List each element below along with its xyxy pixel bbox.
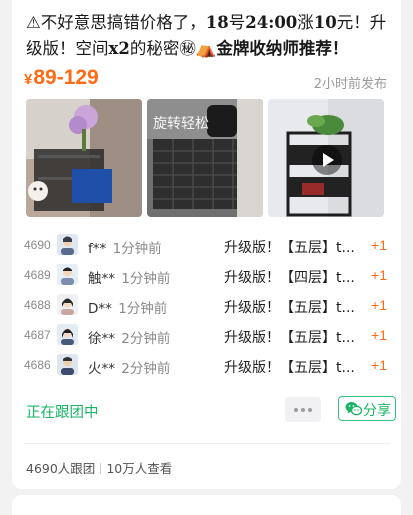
secret-emoji-icon: ㊙ — [179, 39, 196, 58]
avatar — [57, 354, 78, 375]
share-button[interactable]: 分享 — [338, 396, 396, 421]
product-image-1[interactable] — [26, 99, 142, 217]
follower-quantity: +1 — [371, 297, 387, 313]
follower-time: 1分钟前 — [118, 301, 168, 317]
more-dots-icon — [301, 408, 305, 412]
follower-order-desc: 升级版！【五层】t... — [224, 330, 355, 346]
price-range: ¥89-129 — [24, 66, 99, 90]
follower-row[interactable]: 4688 D** 1分钟前 升级版！【五层】t... +1 — [12, 291, 401, 321]
follower-order-desc: 升级版！【五层】t... — [224, 300, 355, 316]
follower-quantity: +1 — [371, 327, 387, 343]
follower-order-desc: 升级版！【五层】t... — [224, 240, 355, 256]
follower-number: 4688 — [24, 298, 51, 312]
follower-time: 1分钟前 — [121, 271, 171, 287]
publish-time: 2小时前发布 — [313, 77, 387, 92]
follower-row[interactable]: 4690 f** 1分钟前 升级版！【五层】t... +1 — [12, 231, 401, 261]
share-label: 分享 — [363, 403, 391, 419]
wechat-icon — [345, 401, 363, 420]
price-value: 89-129 — [33, 66, 99, 89]
more-button[interactable] — [285, 397, 321, 422]
joined-count: 4690人跟团 — [26, 461, 96, 476]
view-count: 10万人查看 — [106, 461, 173, 476]
follower-name: 徐** 2分钟前 — [88, 327, 170, 347]
product-video-3[interactable] — [268, 99, 384, 217]
follower-list: 4690 f** 1分钟前 升级版！【五层】t... +1 4689 触** 1… — [12, 231, 401, 381]
group-buy-card[interactable]: ⚠不好意思搞错价格了，18号24:00涨10元！升级版！空间x2的秘密㊙⛺金牌收… — [12, 0, 401, 489]
next-card — [12, 495, 401, 515]
title-text: 18 — [205, 13, 229, 32]
title-text: 10 — [313, 13, 337, 32]
divider — [100, 463, 102, 474]
follower-number: 4687 — [24, 328, 51, 342]
follower-row[interactable]: 4687 徐** 2分钟前 升级版！【五层】t... +1 — [12, 321, 401, 351]
follower-name: D** 1分钟前 — [88, 297, 167, 317]
more-dots-icon — [294, 408, 298, 412]
follower-number: 4686 — [24, 358, 51, 372]
follower-number: 4690 — [24, 238, 51, 252]
follower-nickname: D** — [88, 301, 112, 317]
divider — [24, 443, 390, 444]
follower-row[interactable]: 4689 触** 1分钟前 升级版！【四层】t... +1 — [12, 261, 401, 291]
follower-time: 2分钟前 — [121, 331, 171, 347]
following-status[interactable]: 正在跟团中 — [26, 401, 99, 422]
follower-nickname: 火** — [88, 361, 115, 377]
title-text: 涨 — [297, 13, 314, 32]
title-text: 24:00 — [245, 13, 298, 32]
follower-time: 2分钟前 — [121, 361, 171, 377]
avatar — [57, 234, 78, 255]
follower-name: 火** 2分钟前 — [88, 357, 170, 377]
follower-nickname: f** — [88, 241, 107, 257]
avatar — [57, 324, 78, 345]
title-text: ⚠不好意思搞错价格了， — [26, 13, 206, 32]
hat-emoji-icon: ⛺ — [195, 39, 217, 58]
follower-quantity: +1 — [371, 357, 387, 373]
follower-name: 触** 1分钟前 — [88, 267, 170, 287]
product-image-2[interactable]: 旋转轻松 — [147, 99, 263, 217]
follower-nickname: 触** — [88, 271, 115, 287]
play-icon[interactable] — [312, 145, 342, 175]
avatar — [57, 294, 78, 315]
currency-symbol: ¥ — [24, 71, 33, 88]
more-dots-icon — [308, 408, 312, 412]
title-text: 的秘密 — [129, 39, 180, 58]
follower-name: f** 1分钟前 — [88, 237, 162, 257]
follower-quantity: +1 — [371, 267, 387, 283]
image-overlay-text: 旋转轻松 — [153, 116, 209, 132]
follower-row[interactable]: 4686 火** 2分钟前 升级版！【五层】t... +1 — [12, 351, 401, 381]
group-stats: 4690人跟团 10万人查看 — [26, 458, 172, 477]
follower-time: 1分钟前 — [112, 241, 162, 257]
follower-nickname: 徐** — [88, 331, 115, 347]
follower-order-desc: 升级版！【四层】t... — [224, 270, 355, 286]
follower-quantity: +1 — [371, 237, 387, 253]
follower-number: 4689 — [24, 268, 51, 282]
title-text: x2 — [108, 39, 130, 58]
avatar — [57, 264, 78, 285]
post-title[interactable]: ⚠不好意思搞错价格了，18号24:00涨10元！升级版！空间x2的秘密㊙⛺金牌收… — [26, 10, 392, 62]
title-text: 号 — [228, 13, 246, 32]
follower-order-desc: 升级版！【五层】t... — [224, 360, 355, 376]
